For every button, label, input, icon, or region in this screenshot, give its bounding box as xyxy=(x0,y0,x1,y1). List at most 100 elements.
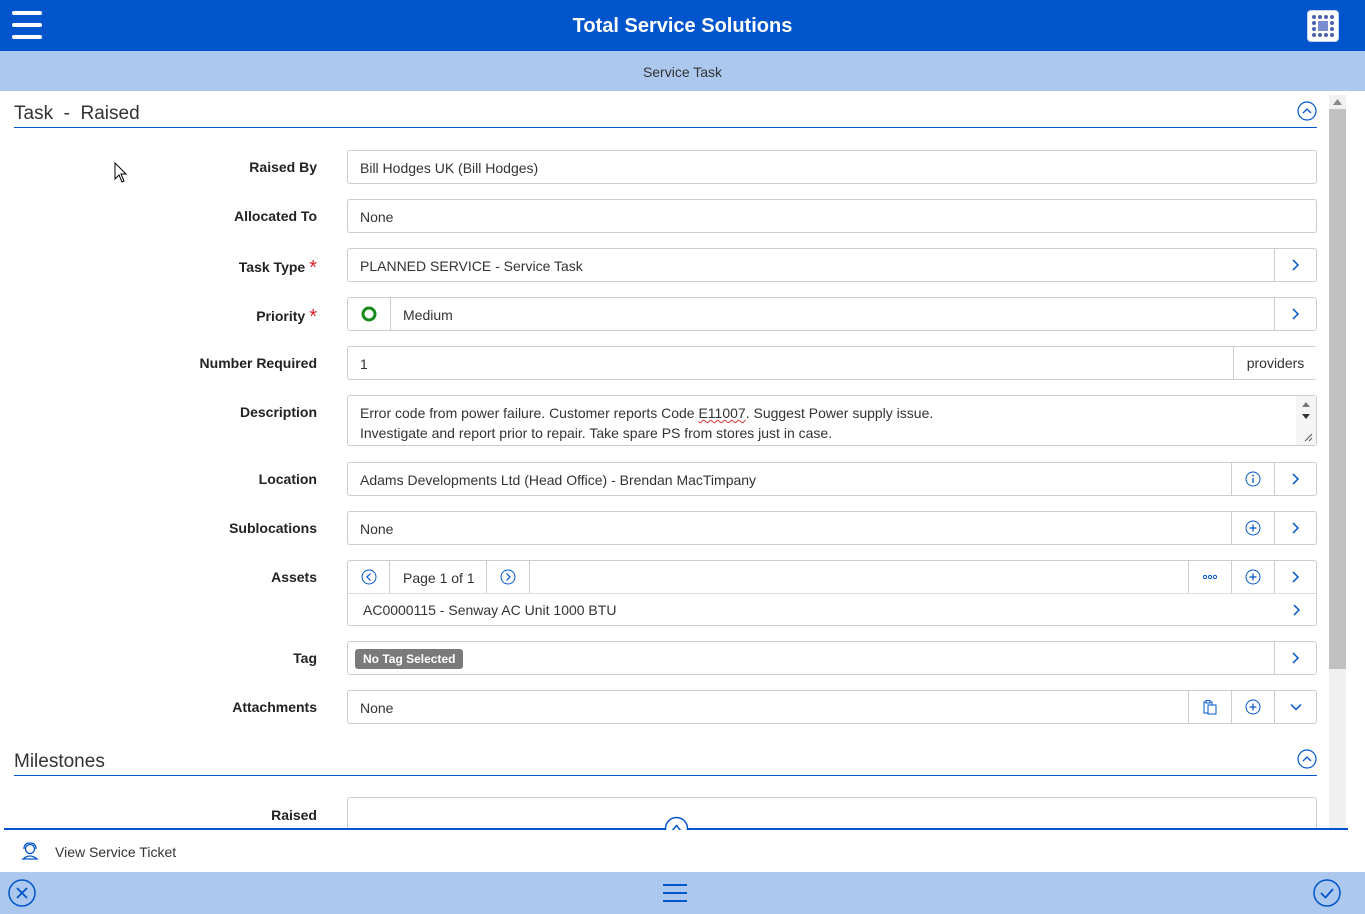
chevron-right-icon xyxy=(1292,522,1300,534)
footer-bar xyxy=(0,872,1365,914)
raised-by-value: Bill Hodges UK (Bill Hodges) xyxy=(360,160,539,176)
priority-select-button[interactable] xyxy=(1274,298,1317,330)
page-scrollbar[interactable] xyxy=(1329,95,1346,828)
textarea-scrollbar[interactable] xyxy=(1296,396,1316,445)
app: Total Service Solutions Service Task Tas… xyxy=(0,0,1365,914)
location-select-button[interactable] xyxy=(1274,463,1317,495)
priority-field[interactable]: Medium xyxy=(347,297,1317,331)
number-required-field[interactable]: 1 providers xyxy=(347,346,1317,380)
task-type-field[interactable]: PLANNED SERVICE - Service Task xyxy=(347,248,1317,282)
sublocations-value: None xyxy=(360,521,394,537)
add-asset-button[interactable] xyxy=(1231,561,1274,593)
milestones-title: Milestones xyxy=(14,751,105,772)
task-type-select-button[interactable] xyxy=(1274,249,1317,281)
mouse-cursor-icon xyxy=(114,162,128,183)
plus-circle-icon xyxy=(1245,699,1261,715)
description-textarea[interactable]: Error code from power failure. Customer … xyxy=(347,395,1317,446)
view-service-ticket-link[interactable]: View Service Ticket xyxy=(0,830,1365,872)
required-marker: * xyxy=(309,257,317,279)
description-text: Error code from power failure. Customer … xyxy=(360,405,699,421)
attachments-field[interactable]: None xyxy=(347,690,1317,724)
milestones-section-header: Milestones xyxy=(14,739,1317,776)
cancel-icon[interactable] xyxy=(7,878,37,908)
assets-label: Assets xyxy=(271,569,317,585)
required-marker: * xyxy=(309,306,317,328)
assets-next-page-button[interactable] xyxy=(486,561,530,593)
tag-field[interactable]: No Tag Selected xyxy=(347,641,1317,675)
milestone-raised-label: Raised xyxy=(271,807,317,823)
page-title: Service Task xyxy=(642,64,723,80)
location-field[interactable]: Adams Developments Ltd (Head Office) - B… xyxy=(347,462,1317,496)
info-icon xyxy=(1245,471,1261,487)
assets-select-button[interactable] xyxy=(1274,561,1317,593)
chevron-right-icon xyxy=(1292,308,1300,320)
sublocations-field[interactable]: None xyxy=(347,511,1317,545)
add-sublocation-button[interactable] xyxy=(1231,512,1274,544)
chevron-right-circle-icon xyxy=(500,569,516,585)
assets-page-indicator: Page 1 of 1 xyxy=(403,570,475,586)
assets-panel: Page 1 of 1 AC0000115 - Senway AC Unit 1… xyxy=(347,560,1317,626)
top-bar: Total Service Solutions xyxy=(0,0,1365,51)
task-type-label-text: Task Type xyxy=(238,259,306,275)
number-required-value: 1 xyxy=(360,356,368,372)
collapse-up-icon[interactable] xyxy=(1297,749,1317,769)
asset-item-label: AC0000115 - Senway AC Unit 1000 BTU xyxy=(363,602,617,618)
chevron-down-icon xyxy=(1290,703,1302,711)
attachments-expand-button[interactable] xyxy=(1274,691,1317,723)
menu-lines-icon[interactable] xyxy=(660,878,690,908)
asset-list-item[interactable]: AC0000115 - Senway AC Unit 1000 BTU xyxy=(348,594,1316,625)
section-title: Task - Raised xyxy=(14,103,140,124)
plus-circle-icon xyxy=(1245,520,1261,536)
priority-status-indicator xyxy=(348,298,391,330)
assets-more-button[interactable] xyxy=(1188,561,1231,593)
paste-attachment-button[interactable] xyxy=(1188,691,1231,723)
support-agent-icon xyxy=(21,842,39,860)
raised-by-label: Raised By xyxy=(249,159,317,175)
chevron-right-icon xyxy=(1292,571,1300,583)
description-text: . Suggest Power supply issue. xyxy=(745,405,934,421)
clipboard-icon xyxy=(1203,700,1217,715)
assets-toolbar: Page 1 of 1 xyxy=(348,561,1316,594)
task-form: Task - Raised Raised By Bill Hodges UK (… xyxy=(0,91,1330,828)
description-line-2: Investigate and report prior to repair. … xyxy=(360,425,833,441)
scrollbar-thumb[interactable] xyxy=(1329,109,1346,669)
milestone-raised-field[interactable] xyxy=(347,797,1317,828)
attachments-value: None xyxy=(360,700,394,716)
assets-prev-page-button[interactable] xyxy=(348,561,390,593)
chevron-right-icon xyxy=(1292,259,1300,271)
task-type-label: Task Type * xyxy=(238,255,317,279)
add-attachment-button[interactable] xyxy=(1231,691,1274,723)
chevron-left-circle-icon xyxy=(361,569,376,585)
scroll-arrows-icon xyxy=(1302,402,1313,442)
description-label: Description xyxy=(239,404,317,420)
collapse-up-icon[interactable] xyxy=(1297,101,1317,121)
app-logo-icon[interactable] xyxy=(1307,10,1339,42)
allocated-to-field[interactable]: None xyxy=(347,199,1317,233)
confirm-check-icon[interactable] xyxy=(1312,878,1342,908)
location-info-button[interactable] xyxy=(1231,463,1274,495)
attachments-label: Attachments xyxy=(232,699,317,715)
sublocations-label: Sublocations xyxy=(229,520,317,536)
sub-header: Service Task xyxy=(0,51,1365,91)
sublocations-select-button[interactable] xyxy=(1274,512,1317,544)
description-line-1: Error code from power failure. Customer … xyxy=(360,405,933,421)
plus-circle-icon xyxy=(1245,569,1261,585)
allocated-to-value: None xyxy=(360,209,394,225)
location-value: Adams Developments Ltd (Head Office) - B… xyxy=(360,472,757,488)
providers-suffix: providers xyxy=(1233,347,1317,379)
number-required-label: Number Required xyxy=(199,355,317,371)
priority-label-text: Priority xyxy=(256,308,306,324)
tag-select-button[interactable] xyxy=(1274,642,1317,674)
priority-value: Medium xyxy=(403,307,453,323)
allocated-to-label: Allocated To xyxy=(234,208,317,224)
more-dots-icon xyxy=(1202,574,1218,580)
tag-label: Tag xyxy=(293,650,317,666)
scroll-up-arrow-icon[interactable] xyxy=(1333,99,1342,105)
view-service-ticket-label: View Service Ticket xyxy=(55,844,177,860)
priority-dot-icon xyxy=(361,306,377,322)
tag-badge: No Tag Selected xyxy=(355,649,464,669)
task-section-header: Task - Raised xyxy=(14,91,1317,128)
app-title: Total Service Solutions xyxy=(572,15,793,37)
raised-by-field[interactable]: Bill Hodges UK (Bill Hodges) xyxy=(347,150,1317,184)
chevron-right-icon xyxy=(1293,604,1301,616)
